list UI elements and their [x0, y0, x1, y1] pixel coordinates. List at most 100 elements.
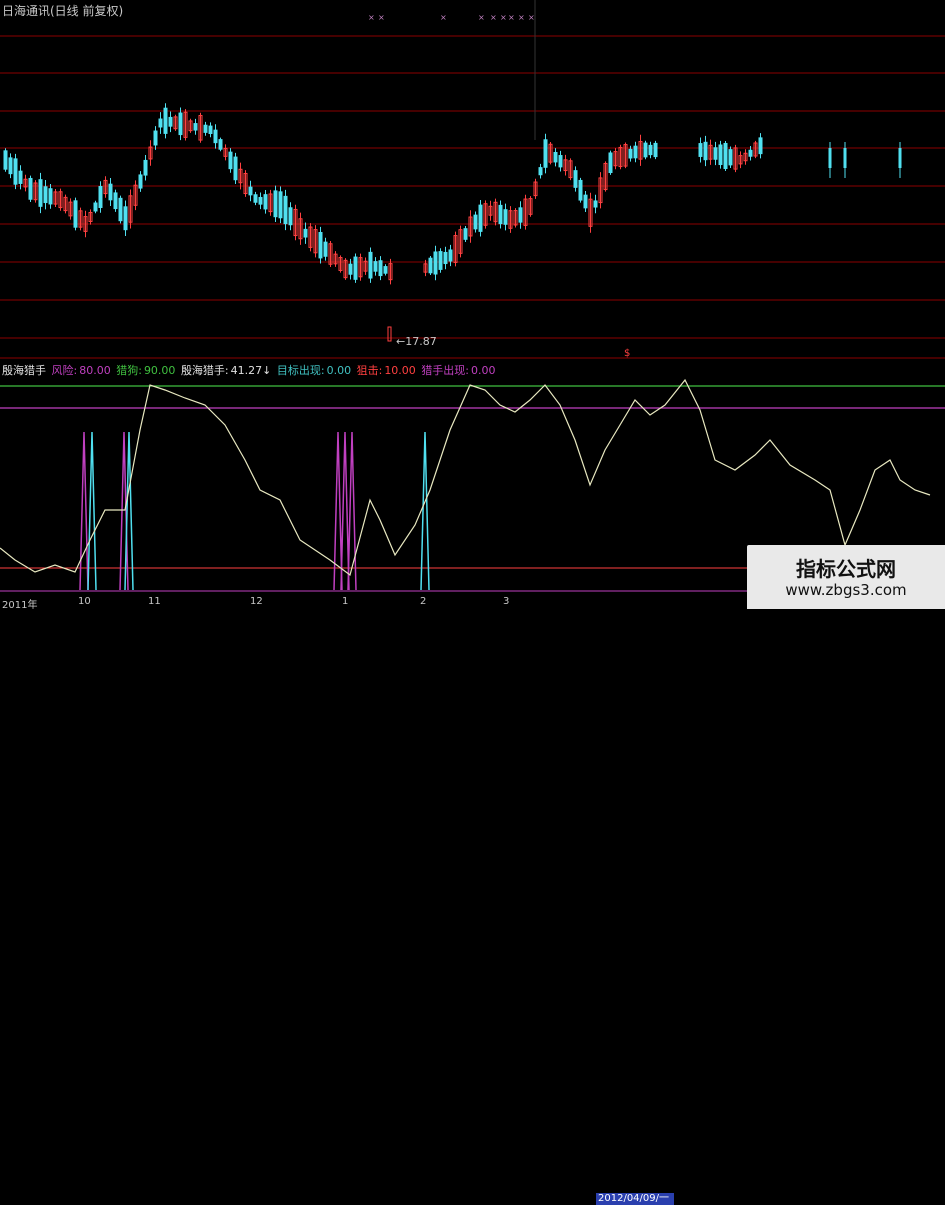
candle-body [628, 148, 633, 159]
candle-body [578, 179, 583, 201]
signal-mark: × [518, 13, 525, 22]
stock-chart[interactable]: $× × × × × × × × × [0, 0, 945, 609]
signal-mark: × [378, 13, 385, 22]
candle-body [98, 186, 103, 208]
candle-body [433, 251, 438, 275]
candle-body [208, 125, 213, 135]
candle-body [348, 263, 353, 275]
candle-body [48, 188, 53, 205]
candle-body [178, 112, 183, 136]
candle-body [383, 266, 388, 274]
x-tick: 10 [78, 596, 91, 607]
candle-body [288, 207, 293, 226]
candle-body [653, 142, 658, 158]
candle-body [583, 194, 588, 209]
candle-body [648, 144, 653, 156]
candle-body [318, 231, 323, 259]
candle-body [543, 139, 548, 168]
candle-body [473, 214, 478, 230]
signal-mark: × [500, 13, 507, 22]
candle-body [283, 195, 288, 225]
candle-body [463, 228, 468, 240]
indicator-hunter-appear-label: 猎手出现: [421, 364, 470, 377]
signal-mark: × [528, 13, 535, 22]
signal-mark: × [478, 13, 485, 22]
candle-body [43, 186, 48, 204]
candle-body [438, 251, 443, 270]
candle-body [498, 204, 503, 225]
candle-body [558, 155, 563, 168]
candle-body [143, 159, 148, 176]
candle-body [138, 174, 143, 189]
candle-body [353, 256, 358, 280]
x-tick: 11 [148, 596, 161, 607]
candle-body [428, 257, 433, 274]
candle-body [443, 251, 448, 265]
candle-body [18, 170, 23, 184]
candle-body [538, 167, 543, 176]
candle-body [248, 186, 253, 196]
candle-body [213, 129, 218, 144]
candle-body [723, 142, 728, 170]
indicator-name: 殷海猎手 [2, 364, 46, 377]
candle-body [73, 200, 78, 228]
candle-body [553, 151, 558, 163]
indicator-snipe-value: 10.00 [384, 364, 416, 377]
candle-body [593, 200, 598, 208]
candle-body [843, 148, 847, 168]
candle-body [368, 251, 373, 279]
window-title: 日海通讯(日线 前复权) [2, 4, 124, 18]
watermark-url: www.zbgs3.com [785, 581, 907, 599]
indicator-hunter-value: 41.27↓ [230, 364, 272, 377]
cursor-date: 2012/04/09/一 [596, 1193, 674, 1205]
watermark-title: 指标公式网 [796, 557, 896, 581]
candle-body [38, 179, 43, 207]
indicator-hunter-label: 殷海猎手: [180, 364, 229, 377]
candle-body [303, 228, 308, 238]
candle-body [278, 191, 283, 219]
candle-body [263, 194, 268, 210]
candle-body [28, 177, 33, 200]
candle-body [448, 249, 453, 262]
candle-body [698, 143, 703, 157]
candle-body [643, 142, 648, 158]
candle-body [203, 124, 208, 133]
watermark: 指标公式网 www.zbgs3.com [747, 545, 945, 609]
x-tick: 2 [420, 596, 427, 607]
candle-body [387, 326, 392, 342]
candle-body [113, 192, 118, 210]
price-marker: $ [624, 348, 630, 359]
chart-window: $ × × × × × × × × × 日海通讯(日线 前复权) ←17.87 殷海猎手 风险: 8… [0, 0, 945, 1205]
candle-body [378, 260, 383, 277]
candle-body [8, 157, 13, 175]
candle-body [728, 149, 733, 166]
candle-body [228, 151, 233, 170]
signal-mark: × [490, 13, 497, 22]
candle-body [633, 145, 638, 159]
candle-body [218, 139, 223, 150]
candle-body [3, 150, 8, 170]
candle-body [503, 209, 508, 225]
candle-body [608, 152, 613, 174]
candle-body [118, 197, 123, 222]
signal-mark: × [508, 13, 515, 22]
indicator-risk-label: 风险: [51, 364, 78, 377]
indicator-dog-value: 90.00 [143, 364, 176, 377]
candle-body [273, 190, 278, 218]
candle-body [13, 158, 18, 185]
x-tick: 1 [342, 596, 349, 607]
signal-mark: × [440, 13, 447, 22]
signal-mark: × [368, 13, 375, 22]
low-price-label: ←17.87 [396, 335, 437, 348]
candle-body [518, 207, 523, 223]
indicator-hunter-appear-value: 0.00 [471, 364, 496, 377]
candle-body [573, 170, 578, 188]
candle-body [898, 148, 902, 168]
candle-body [478, 204, 483, 232]
candle-body [373, 261, 378, 272]
x-tick: 3 [503, 596, 510, 607]
candle-body [153, 130, 158, 146]
signal-spike [87, 431, 97, 591]
signal-spike [420, 431, 430, 591]
candle-body [323, 241, 328, 257]
